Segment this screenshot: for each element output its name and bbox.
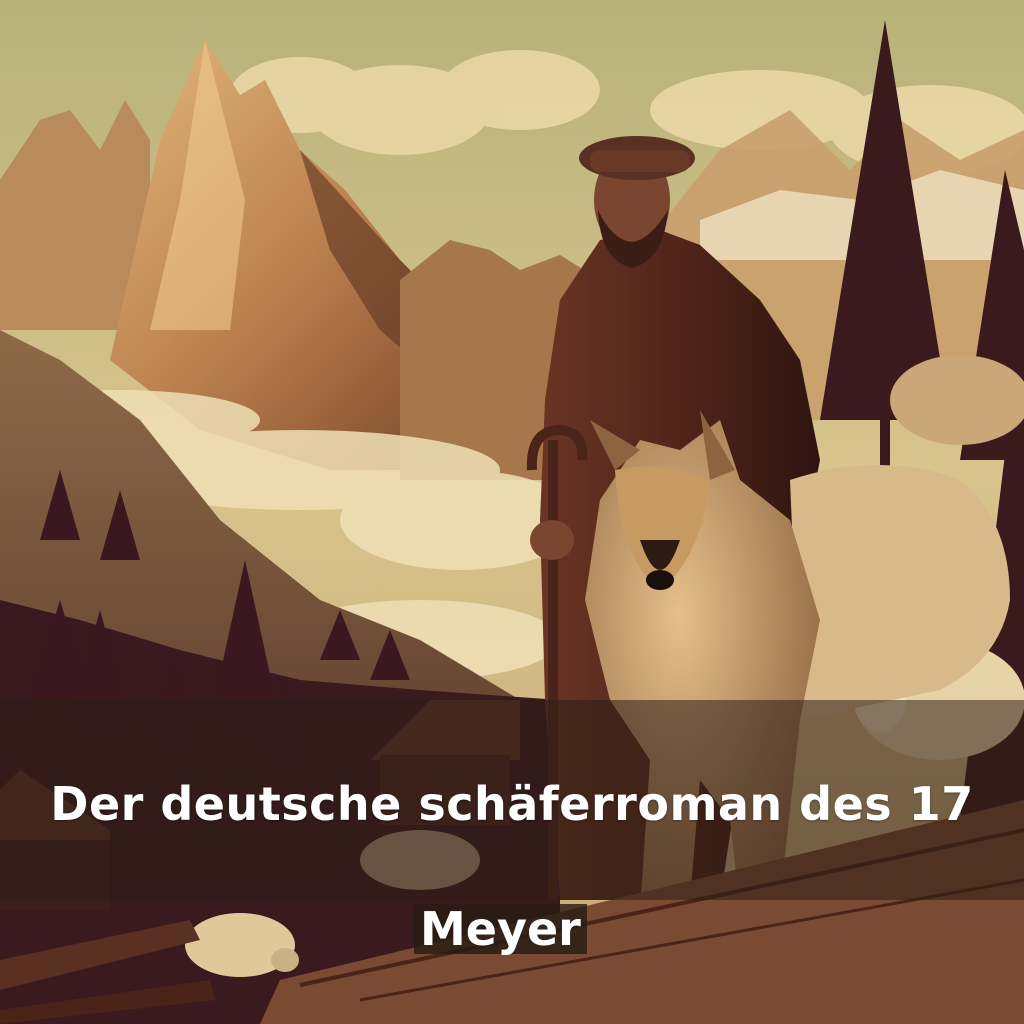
book-cover: Der deutsche schäferroman des 17 Meyer [0,0,1024,1024]
author-name: Meyer [420,902,581,956]
book-title: Der deutsche schäferroman des 17 [50,777,974,831]
author-label: Meyer [414,902,587,956]
